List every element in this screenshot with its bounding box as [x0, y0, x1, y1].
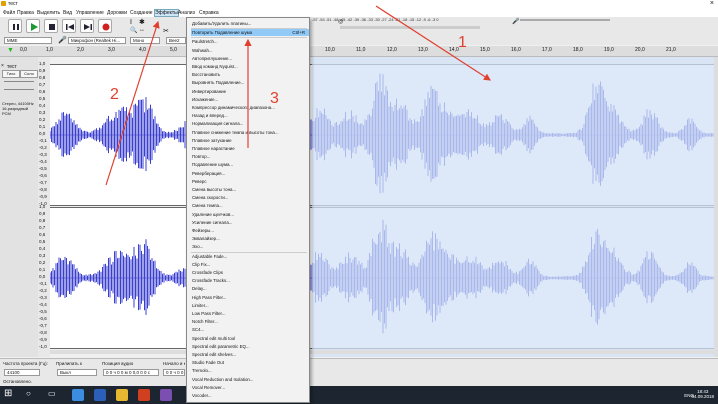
annotation-number-1: 1	[458, 34, 467, 51]
annotation-arrows	[105, 5, 492, 186]
arrow-1	[375, 5, 492, 81]
annotation-number-2: 2	[110, 86, 119, 103]
annotation-number-3: 3	[270, 90, 279, 107]
